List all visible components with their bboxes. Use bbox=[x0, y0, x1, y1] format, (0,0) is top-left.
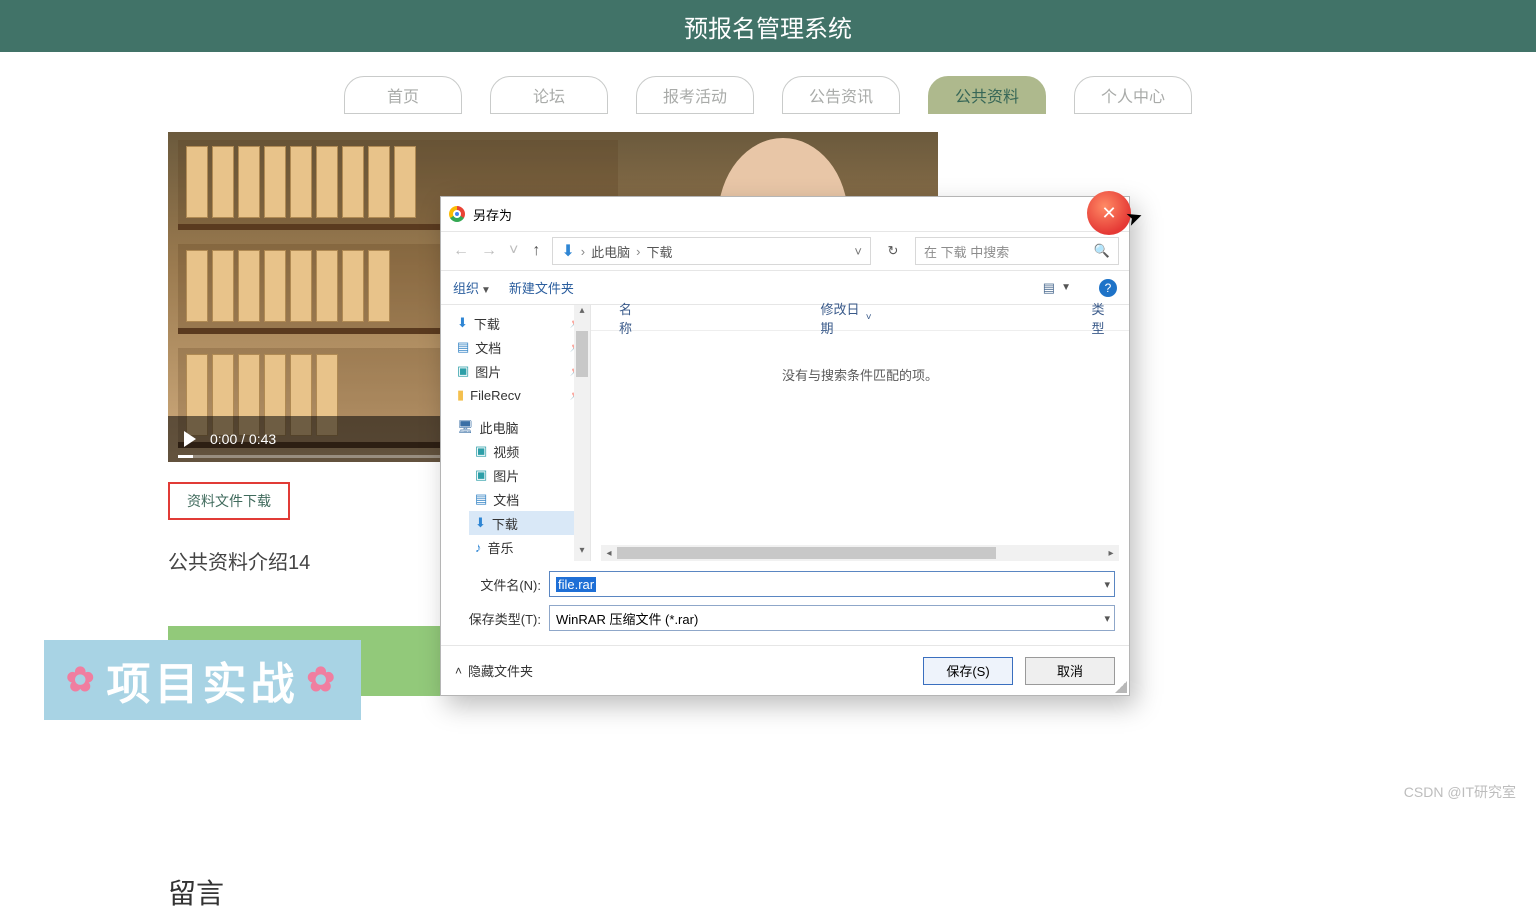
tree-scrollbar[interactable]: ▴▾ bbox=[574, 305, 590, 561]
nav-tab-forum[interactable]: 论坛 bbox=[490, 76, 608, 114]
video-icon: ▣ bbox=[475, 443, 487, 459]
dialog-toolbar: 组织▼ 新建文件夹 ▤ ▼ ? bbox=[441, 271, 1129, 305]
hide-folders-toggle[interactable]: ˄隐藏文件夹 bbox=[455, 661, 533, 680]
tree-item[interactable]: ▣图片 bbox=[451, 359, 590, 383]
nav-tab-activity[interactable]: 报考活动 bbox=[636, 76, 754, 114]
organize-menu[interactable]: 组织▼ bbox=[453, 278, 491, 297]
document-icon: ▤ bbox=[457, 339, 469, 355]
video-time: 0:00 / 0:43 bbox=[210, 431, 276, 447]
filename-input[interactable]: file.rar ▾ bbox=[549, 571, 1115, 597]
download-icon: ⬇ bbox=[475, 515, 486, 531]
play-icon[interactable] bbox=[184, 431, 196, 447]
nav-tab-resources[interactable]: 公共资料 bbox=[928, 76, 1046, 114]
address-bar-row: ← → ˅ ↑ ⬇ › 此电脑 › 下载 ˅ ↻ 在 下载 中搜索 🔍 bbox=[441, 231, 1129, 271]
tree-item[interactable]: ▤文档 bbox=[451, 335, 590, 359]
col-name[interactable]: 名称 bbox=[619, 299, 640, 337]
document-icon: ▤ bbox=[475, 491, 487, 507]
nav-tab-news[interactable]: 公告资讯 bbox=[782, 76, 900, 114]
horizontal-scrollbar[interactable]: ◂▸ bbox=[601, 545, 1119, 561]
chevron-right-icon: › bbox=[581, 244, 585, 259]
dialog-title: 另存为 bbox=[473, 205, 512, 224]
filetype-label: 保存类型(T): bbox=[455, 609, 541, 628]
tree-item[interactable]: ▣图片 bbox=[469, 463, 590, 487]
dialog-titlebar[interactable]: 另存为 ✕ ➤ bbox=[441, 197, 1129, 231]
folder-tree: ⬇下载 ▤文档 ▣图片 ▮FileRecv 🖥此电脑 ▣视频 ▣图片 ▤文档 ⬇… bbox=[441, 305, 591, 561]
col-date[interactable]: 修改日期 ˅ bbox=[820, 299, 871, 337]
main-nav: 首页 论坛 报考活动 公告资讯 公共资料 个人中心 bbox=[0, 76, 1536, 114]
view-options[interactable]: ▤ ▼ bbox=[1043, 280, 1071, 296]
download-icon: ⬇ bbox=[457, 315, 468, 331]
nav-forward-icon[interactable]: → bbox=[479, 242, 499, 260]
app-title: 预报名管理系统 bbox=[684, 9, 852, 44]
col-type[interactable]: 类型 bbox=[1092, 299, 1113, 337]
tree-item-selected[interactable]: ⬇下载 bbox=[469, 511, 590, 535]
chevron-down-icon[interactable]: ▾ bbox=[1104, 612, 1110, 625]
refresh-icon[interactable]: ↻ bbox=[879, 243, 907, 259]
chevron-right-icon: › bbox=[636, 244, 640, 259]
tree-item[interactable]: ▣视频 bbox=[469, 439, 590, 463]
picture-icon: ▣ bbox=[475, 467, 487, 483]
download-file-link[interactable]: 资料文件下载 bbox=[168, 482, 290, 520]
filename-label: 文件名(N): bbox=[455, 575, 541, 594]
music-icon: ♪ bbox=[475, 540, 482, 555]
filetype-select[interactable]: WinRAR 压缩文件 (*.rar) ▾ bbox=[549, 605, 1115, 631]
tree-item-this-pc[interactable]: 🖥此电脑 bbox=[451, 415, 590, 439]
nav-tab-home[interactable]: 首页 bbox=[344, 76, 462, 114]
empty-message: 没有与搜索条件匹配的项。 bbox=[591, 365, 1129, 384]
search-icon: 🔍 bbox=[1094, 243, 1110, 259]
folder-icon: ▮ bbox=[457, 387, 464, 403]
cancel-button[interactable]: 取消 bbox=[1025, 657, 1115, 685]
tree-item[interactable]: ▤文档 bbox=[469, 487, 590, 511]
dialog-footer: ˄隐藏文件夹 保存(S) 取消 bbox=[441, 645, 1129, 695]
file-list-pane: 名称 修改日期 ˅ 类型 没有与搜索条件匹配的项。 ◂▸ bbox=[591, 305, 1129, 561]
new-folder-button[interactable]: 新建文件夹 bbox=[509, 278, 574, 297]
picture-icon: ▣ bbox=[457, 363, 469, 379]
nav-tab-profile[interactable]: 个人中心 bbox=[1074, 76, 1192, 114]
tree-item[interactable]: ♪音乐 bbox=[469, 535, 590, 559]
chevron-down-icon[interactable]: ▾ bbox=[1104, 578, 1110, 591]
search-input[interactable]: 在 下载 中搜索 🔍 bbox=[915, 237, 1119, 265]
tree-item[interactable]: ▮FileRecv bbox=[451, 383, 590, 407]
column-headers[interactable]: 名称 修改日期 ˅ 类型 bbox=[591, 305, 1129, 331]
flower-icon: ✿ bbox=[307, 660, 340, 700]
app-header: 预报名管理系统 bbox=[0, 0, 1536, 52]
chrome-icon bbox=[449, 206, 465, 222]
search-placeholder: 在 下载 中搜索 bbox=[924, 242, 1009, 261]
save-button[interactable]: 保存(S) bbox=[923, 657, 1013, 685]
flower-icon: ✿ bbox=[66, 660, 99, 700]
chevron-icon: ˄ bbox=[455, 664, 462, 678]
video-watermark-badge: ✿ 项目实战 ✿ bbox=[44, 640, 361, 720]
chevron-down-icon[interactable]: ˅ bbox=[507, 242, 520, 260]
tree-item[interactable]: ⬇下载 bbox=[451, 311, 590, 335]
pc-icon: 🖥 bbox=[457, 419, 474, 435]
nav-back-icon[interactable]: ← bbox=[451, 242, 471, 260]
chevron-down-icon[interactable]: ˅ bbox=[854, 244, 862, 259]
save-as-dialog: 另存为 ✕ ➤ ← → ˅ ↑ ⬇ › 此电脑 › 下载 ˅ ↻ 在 下载 中搜… bbox=[440, 196, 1130, 696]
nav-up-icon[interactable]: ↑ bbox=[528, 242, 544, 260]
csdn-watermark: CSDN @IT研究室 bbox=[1404, 782, 1516, 802]
comments-heading: 留言 bbox=[168, 872, 224, 912]
chevron-down-icon: ˅ bbox=[866, 312, 872, 323]
address-path[interactable]: ⬇ › 此电脑 › 下载 ˅ bbox=[552, 237, 871, 265]
resize-grip[interactable] bbox=[1115, 681, 1127, 693]
save-fields: 文件名(N): file.rar ▾ 保存类型(T): WinRAR 压缩文件 … bbox=[441, 561, 1129, 639]
help-icon[interactable]: ? bbox=[1099, 279, 1117, 297]
download-icon: ⬇ bbox=[561, 241, 574, 261]
